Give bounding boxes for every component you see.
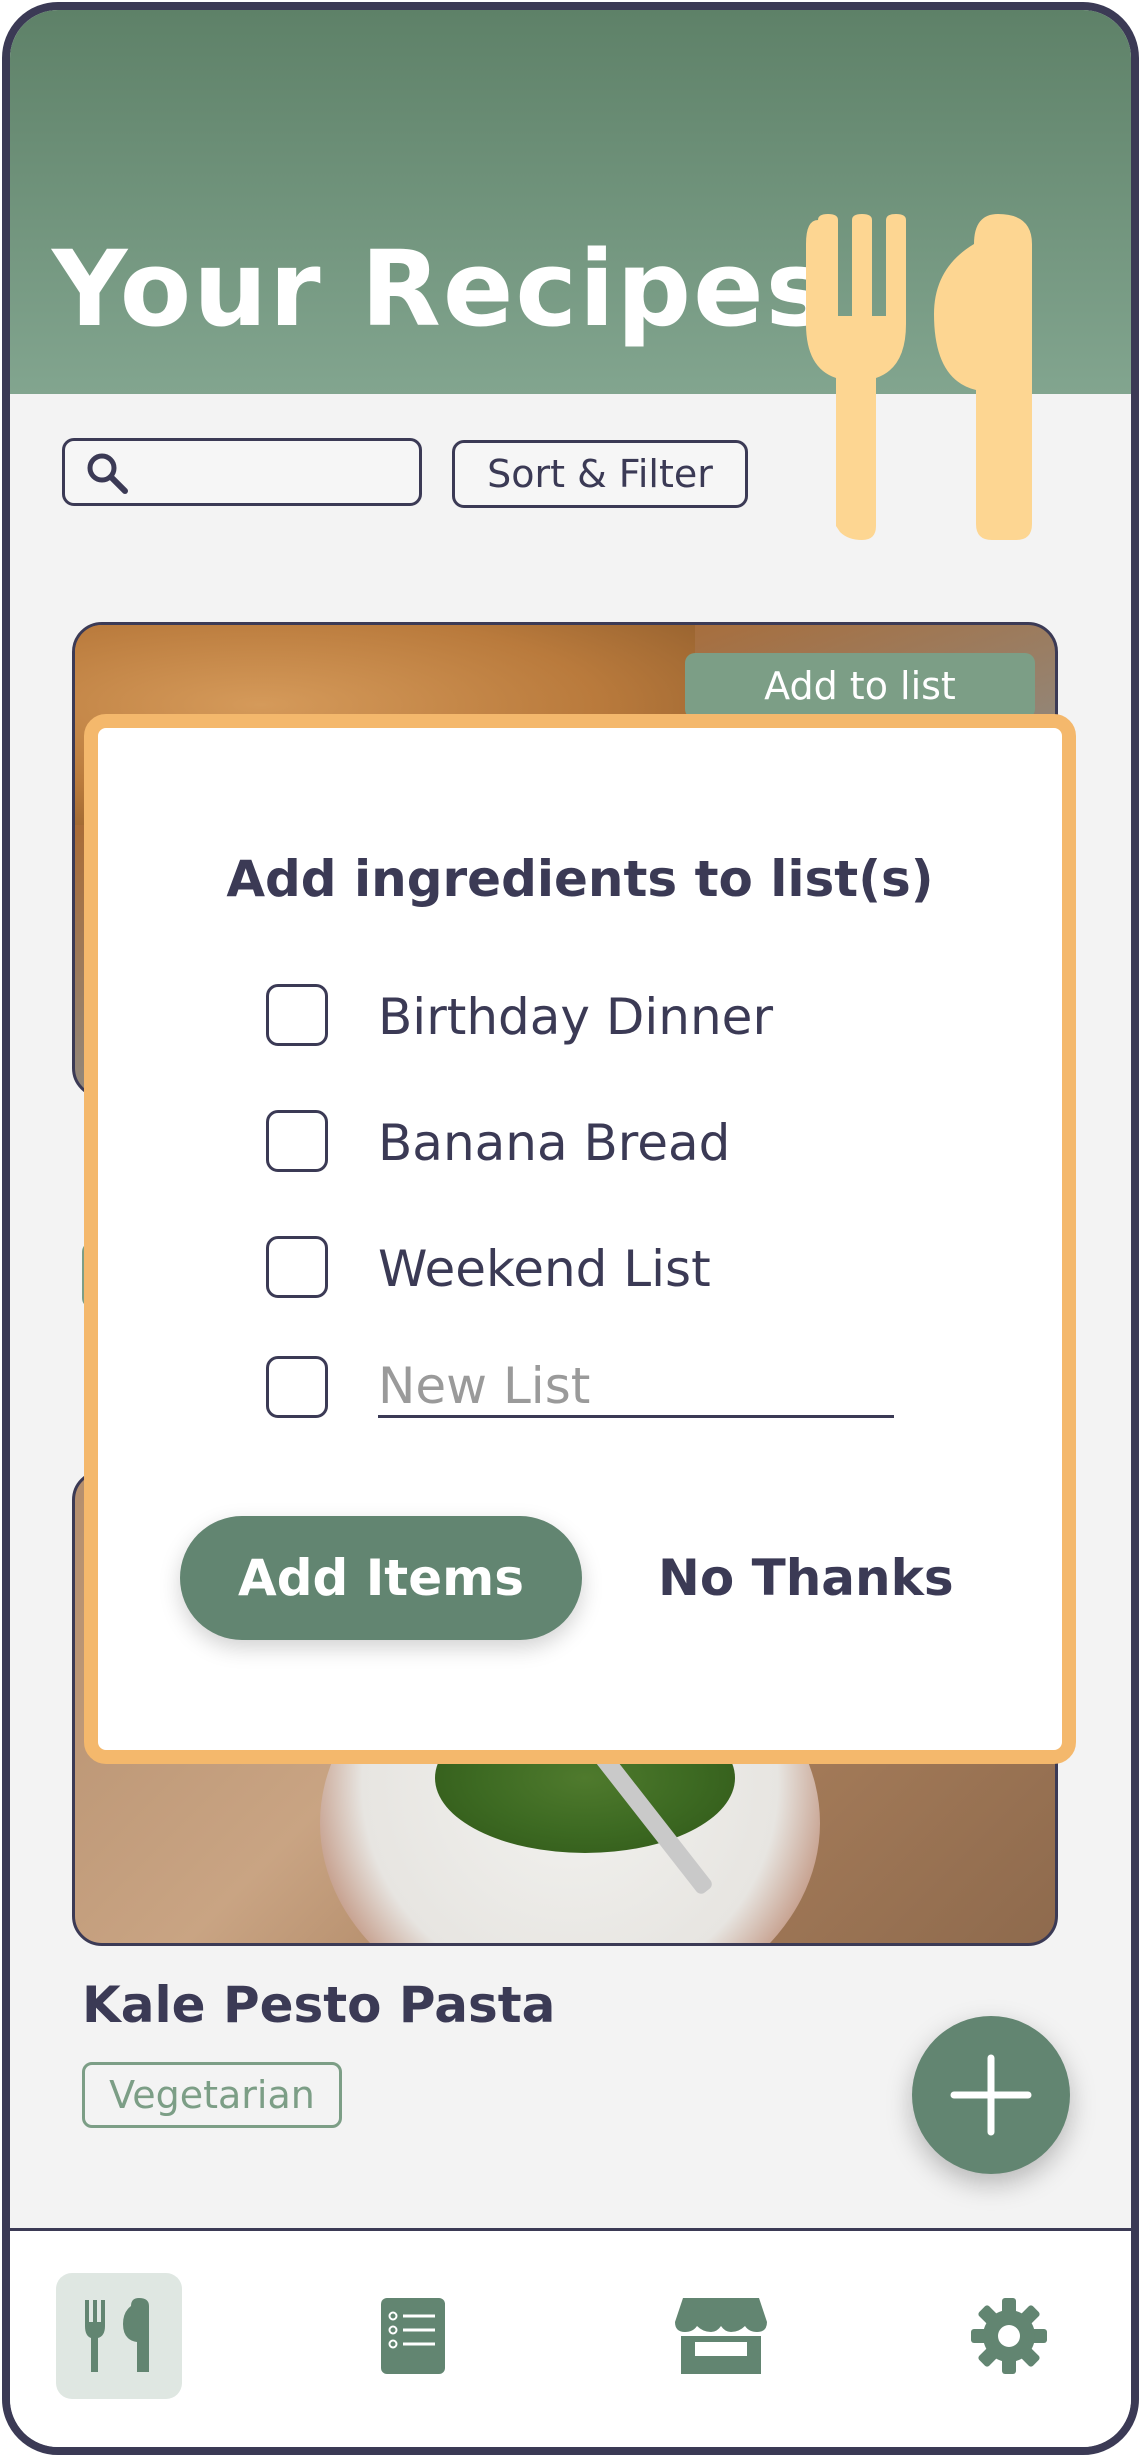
add-recipe-button[interactable] — [912, 2016, 1070, 2174]
nav-item-settings[interactable] — [946, 2273, 1072, 2399]
add-items-button[interactable]: Add Items — [180, 1516, 582, 1640]
add-ingredients-modal: Add ingredients to list(s) Birthday Dinn… — [84, 714, 1076, 1764]
list-option-label[interactable]: Birthday Dinner — [378, 988, 773, 1046]
nav-item-lists[interactable] — [350, 2273, 476, 2399]
bottom-nav — [10, 2228, 1131, 2447]
search-icon — [87, 453, 128, 494]
gear-icon — [971, 2298, 1047, 2374]
search-input[interactable] — [62, 438, 422, 506]
fork-knife-icon — [85, 2298, 149, 2372]
plus-icon — [950, 2054, 1032, 2136]
add-to-list-button[interactable]: Add to list — [685, 653, 1035, 719]
store-icon — [675, 2298, 767, 2374]
nav-item-store[interactable] — [650, 2273, 776, 2399]
checkbox[interactable] — [266, 984, 328, 1046]
modal-title: Add ingredients to list(s) — [226, 850, 934, 908]
checkbox[interactable] — [266, 1236, 328, 1298]
new-list-input[interactable] — [378, 1356, 894, 1418]
list-option-label[interactable]: Weekend List — [378, 1240, 711, 1298]
page-title: Your Recipes — [52, 228, 830, 350]
checkbox[interactable] — [266, 1356, 328, 1418]
phone-frame: Your Recipes Sort & Filter Add to list K… — [2, 2, 1139, 2455]
no-thanks-button[interactable]: No Thanks — [658, 1516, 978, 1640]
sort-filter-button[interactable]: Sort & Filter — [452, 440, 748, 508]
recipe-title[interactable]: Kale Pesto Pasta — [82, 1976, 555, 2034]
list-option-label[interactable]: Banana Bread — [378, 1114, 730, 1172]
list-icon — [381, 2298, 445, 2374]
checkbox[interactable] — [266, 1110, 328, 1172]
header: Your Recipes — [10, 10, 1131, 540]
fork-knife-icon — [806, 214, 1032, 540]
nav-item-recipes[interactable] — [56, 2273, 182, 2399]
tag-badge: Vegetarian — [82, 2062, 342, 2128]
